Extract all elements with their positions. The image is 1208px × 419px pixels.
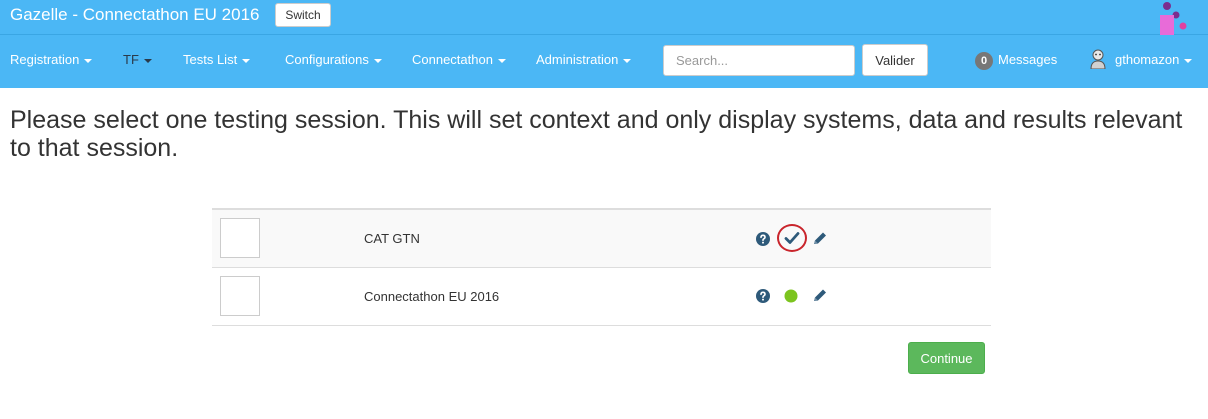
table-row: Connectathon EU 2016 xyxy=(212,268,991,326)
checkmark-icon[interactable] xyxy=(784,231,800,245)
search-input[interactable] xyxy=(663,45,855,76)
continue-button[interactable]: Continue xyxy=(908,342,985,374)
table-row: CAT GTN xyxy=(212,210,991,268)
caret-down-icon xyxy=(242,58,251,63)
nav-tests-list-label: Tests List xyxy=(183,52,238,67)
switch-button[interactable]: Switch xyxy=(275,3,331,27)
nav-registration-label: Registration xyxy=(10,52,80,67)
question-circle-icon[interactable] xyxy=(756,289,770,303)
session-select-box[interactable] xyxy=(220,218,260,258)
caret-down-icon xyxy=(143,58,152,63)
pencil-icon[interactable] xyxy=(812,288,828,303)
nav-user-menu[interactable]: gthomazon xyxy=(1089,35,1193,88)
caret-down-icon xyxy=(623,58,632,63)
session-table: CAT GTN Connectathon EU 2016 xyxy=(212,208,991,326)
session-name: CAT GTN xyxy=(364,231,420,246)
nav-configurations[interactable]: Configurations xyxy=(285,35,382,88)
caret-down-icon xyxy=(84,58,93,63)
green-dot-icon[interactable] xyxy=(784,289,798,303)
valider-button[interactable]: Valider xyxy=(862,44,928,76)
nav-configurations-label: Configurations xyxy=(285,52,369,67)
nav-administration[interactable]: Administration xyxy=(536,35,632,88)
top-title-bar: Gazelle - Connectathon EU 2016 Switch xyxy=(0,0,1208,35)
nav-connectathon[interactable]: Connectathon xyxy=(412,35,506,88)
username-label: gthomazon xyxy=(1115,52,1180,67)
session-select-box[interactable] xyxy=(220,276,260,316)
question-circle-icon[interactable] xyxy=(756,232,770,246)
caret-down-icon xyxy=(373,58,382,63)
messages-label: Messages xyxy=(998,52,1058,67)
gazelle-logo[interactable] xyxy=(1155,0,1195,35)
caret-down-icon xyxy=(1184,58,1193,63)
caret-down-icon xyxy=(497,58,506,63)
app-title: Gazelle - Connectathon EU 2016 xyxy=(10,5,260,24)
nav-tests-list[interactable]: Tests List xyxy=(183,35,251,88)
session-name: Connectathon EU 2016 xyxy=(364,289,500,304)
nav-connectathon-label: Connectathon xyxy=(412,52,493,67)
nav-registration[interactable]: Registration xyxy=(10,35,93,88)
nav-messages[interactable]: 0 Messages xyxy=(975,35,1057,88)
nav-administration-label: Administration xyxy=(536,52,619,67)
messages-count-badge: 0 xyxy=(975,51,993,70)
pencil-icon[interactable] xyxy=(812,231,828,246)
nav-tf[interactable]: TF xyxy=(123,35,152,88)
main-navbar: Registration TF Tests List Configuration… xyxy=(0,35,1208,88)
user-avatar-icon xyxy=(1090,49,1106,69)
page-headline: Please select one testing session. This … xyxy=(10,106,1183,162)
nav-tf-label: TF xyxy=(123,52,139,67)
